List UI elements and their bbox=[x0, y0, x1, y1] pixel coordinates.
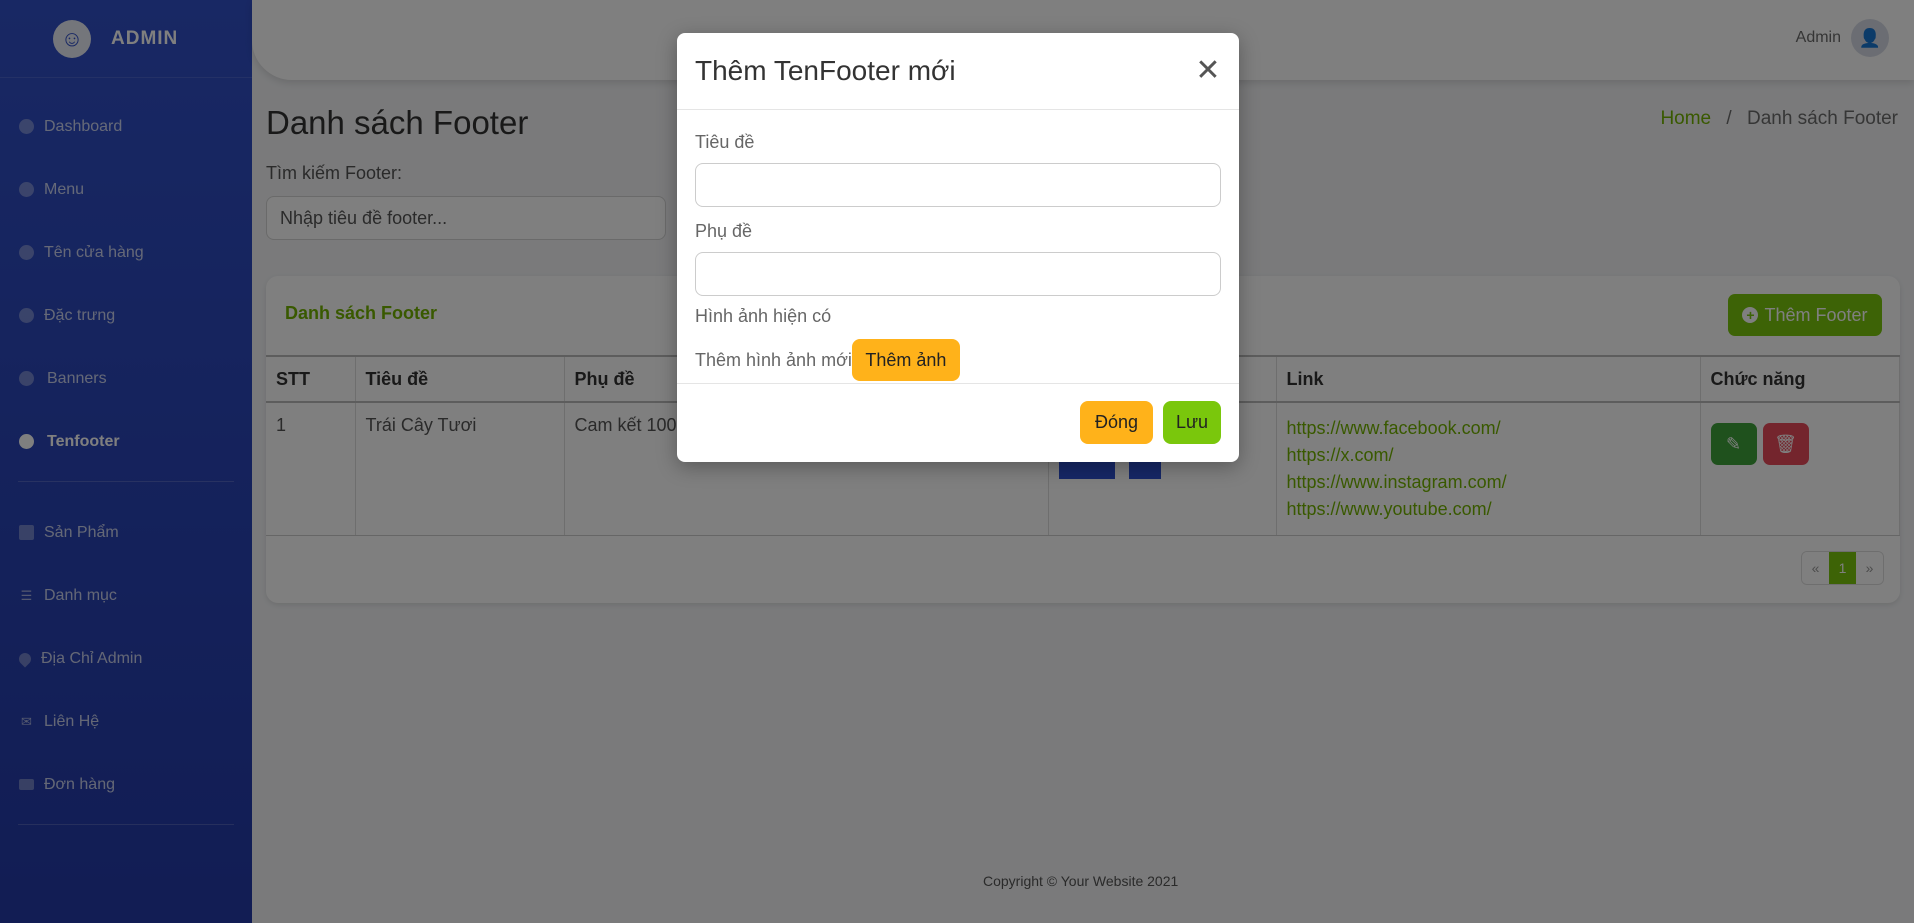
title-label: Tiêu đề bbox=[695, 132, 755, 152]
modal-title: Thêm TenFooter mới bbox=[695, 55, 956, 86]
save-button[interactable]: Lưu bbox=[1163, 401, 1221, 444]
close-button[interactable]: Đóng bbox=[1080, 401, 1153, 444]
subtitle-label: Phụ đề bbox=[695, 221, 753, 241]
existing-images-label: Hình ảnh hiện có bbox=[695, 306, 832, 326]
new-image-label: Thêm hình ảnh mới bbox=[695, 349, 852, 370]
close-icon[interactable]: ✕ bbox=[1193, 56, 1223, 86]
modal-footer: Đóng Lưu bbox=[677, 383, 1239, 462]
add-image-button[interactable]: Thêm ảnh bbox=[851, 339, 960, 381]
subtitle-input[interactable] bbox=[695, 252, 1221, 296]
modal-header: Thêm TenFooter mới ✕ bbox=[677, 33, 1239, 110]
add-tenfooter-modal: Thêm TenFooter mới ✕ Tiêu đề Phụ đề Hình… bbox=[677, 33, 1239, 462]
title-input[interactable] bbox=[695, 163, 1221, 207]
modal-body: Tiêu đề Phụ đề Hình ảnh hiện có Thêm hìn… bbox=[677, 110, 1239, 381]
new-image-row: Thêm hình ảnh mới Thêm ảnh bbox=[695, 339, 1221, 381]
